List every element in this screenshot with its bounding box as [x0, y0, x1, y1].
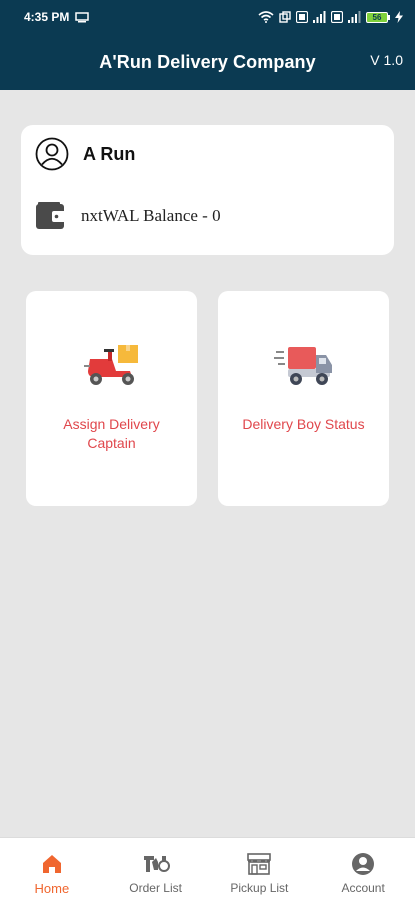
delivery-boy-status-label: Delivery Boy Status	[242, 416, 365, 432]
charging-icon	[395, 11, 403, 23]
nav-item-home[interactable]: Home	[0, 838, 104, 900]
assign-delivery-captain-card[interactable]: Assign Delivery Captain	[26, 291, 197, 506]
signal-icon	[348, 11, 361, 23]
nav-label-home: Home	[34, 881, 70, 896]
page-title: A'Run Delivery Company	[99, 51, 316, 72]
wifi-icon	[258, 11, 274, 23]
wallet-row[interactable]: nxtWAL Balance - 0	[35, 201, 221, 231]
battery-level: 56	[366, 11, 388, 23]
nav-item-pickup-list[interactable]: Pickup List	[208, 838, 312, 900]
status-bar: 4:35 PM 56	[0, 0, 415, 34]
volte-icon	[296, 11, 308, 23]
portrait-icon	[279, 11, 291, 23]
screen-icon	[75, 11, 90, 22]
title-row: A'Run Delivery Company V 1.0	[0, 34, 415, 90]
nav-item-order-list[interactable]: Order List	[104, 838, 208, 900]
order-list-icon	[143, 856, 170, 872]
nav-item-account[interactable]: Account	[311, 838, 415, 900]
delivery-scooter-icon	[83, 345, 138, 385]
profile-card: A Run nxtWAL Balance - 0	[21, 125, 394, 255]
version-label: V 1.0	[370, 52, 403, 68]
signal-icon	[313, 11, 326, 23]
user-circle-icon	[35, 137, 69, 171]
home-icon	[42, 855, 61, 873]
bottom-nav: Home Order List Pickup List Account	[0, 837, 415, 900]
assign-delivery-captain-label: Assign Delivery Captain	[63, 416, 160, 451]
user-row: A Run	[35, 137, 135, 171]
account-icon	[352, 853, 375, 875]
nav-label-pickup-list: Pickup List	[230, 881, 289, 895]
volte-icon	[331, 11, 343, 23]
delivery-truck-icon	[273, 347, 332, 385]
store-icon	[247, 853, 272, 875]
nav-label-account: Account	[341, 881, 385, 895]
wallet-balance: nxtWAL Balance - 0	[81, 206, 221, 225]
delivery-boy-status-card[interactable]: Delivery Boy Status	[218, 291, 389, 506]
app-bar: 4:35 PM 56 A'Run Delivery Company V 1.0	[0, 0, 415, 90]
wallet-icon	[36, 202, 66, 229]
status-time: 4:35 PM	[24, 10, 70, 24]
user-name: A Run	[83, 143, 136, 164]
battery-icon: 56	[366, 11, 390, 23]
nav-label-order-list: Order List	[129, 881, 182, 895]
